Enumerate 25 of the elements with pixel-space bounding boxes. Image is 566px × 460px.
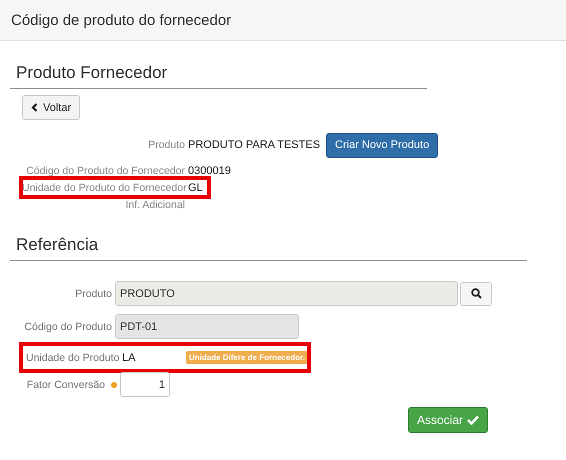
window-title: Código de produto do fornecedor xyxy=(11,12,232,28)
conversion-factor-field[interactable]: 1 xyxy=(120,372,170,397)
section-title: Produto Fornecedor xyxy=(10,63,427,89)
field-value: GL xyxy=(187,182,203,194)
field-value: 0300019 xyxy=(188,164,231,176)
warning-label: Unidade Difere de Fornecedor. xyxy=(186,351,308,364)
create-product-button[interactable]: Criar Novo Produto xyxy=(326,132,438,158)
chevron-left-icon xyxy=(31,103,38,112)
check-icon xyxy=(467,415,479,425)
field-label: Produto xyxy=(74,288,113,300)
field-value: PRODUTO PARA TESTES xyxy=(188,139,320,151)
product-code-field[interactable]: PDT-01 xyxy=(115,314,299,339)
field-label: Fator Conversão xyxy=(26,378,106,390)
field-label: Inf. Adicional xyxy=(124,198,186,210)
field-label: Código do Produto xyxy=(23,320,113,332)
field-label: Produto xyxy=(147,139,186,151)
search-button[interactable] xyxy=(460,282,492,306)
section-title: Referência xyxy=(10,235,527,261)
field-label: Unidade do Produto xyxy=(25,352,119,364)
field-value: LA xyxy=(121,352,136,364)
field-label: Código do Produto do Fornecedor xyxy=(25,164,186,176)
field-label: Unidade do Produto do Fornecedor xyxy=(22,182,185,194)
back-button[interactable]: Voltar xyxy=(22,95,80,120)
search-icon xyxy=(470,288,482,299)
product-field[interactable]: PRODUTO xyxy=(115,281,458,306)
